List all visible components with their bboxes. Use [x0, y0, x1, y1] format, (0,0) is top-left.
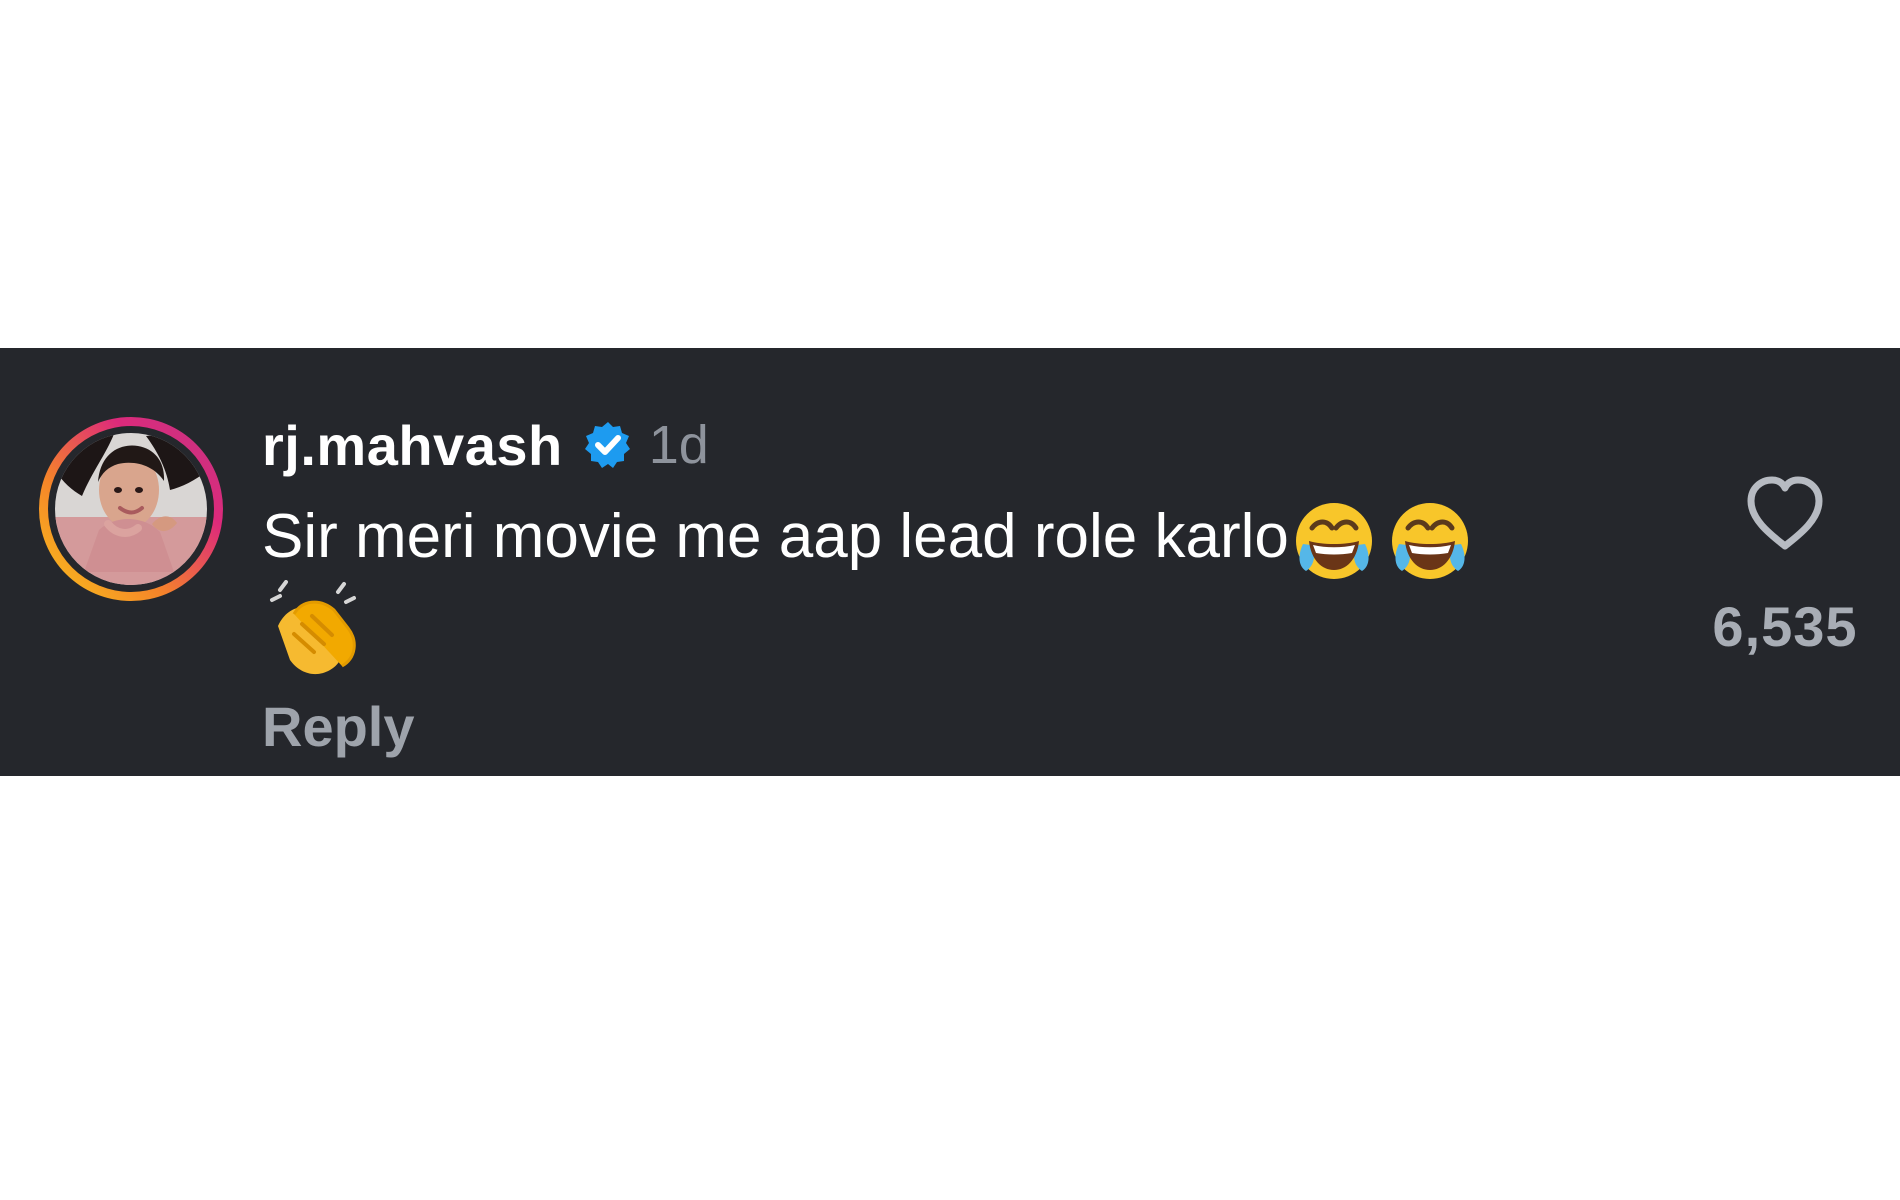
comment-body: Sir meri movie me aap lead role karlo [262, 496, 1662, 584]
heart-icon[interactable] [1743, 476, 1827, 552]
comment-text: Sir meri movie me aap lead role karlo [262, 502, 1289, 571]
clapping-hands-icon [270, 580, 356, 675]
story-ring-avatar-icon [39, 417, 223, 601]
comment-row: rj.mahvash 1d Sir meri movie me aap lead… [0, 348, 1900, 776]
comment-emojis [1291, 498, 1483, 584]
verified-badge-icon [584, 422, 630, 468]
reply-button[interactable]: Reply [262, 694, 415, 759]
username-link[interactable]: rj.mahvash [262, 413, 563, 478]
comment-header: rj.mahvash 1d [262, 410, 709, 480]
like-area: 6,535 [1690, 476, 1880, 659]
face-with-tears-of-joy-icon [1295, 502, 1372, 579]
avatar[interactable] [34, 412, 228, 606]
comment-timestamp: 1d [648, 415, 709, 475]
face-with-tears-of-joy-icon [1391, 502, 1468, 579]
like-count: 6,535 [1712, 595, 1858, 658]
